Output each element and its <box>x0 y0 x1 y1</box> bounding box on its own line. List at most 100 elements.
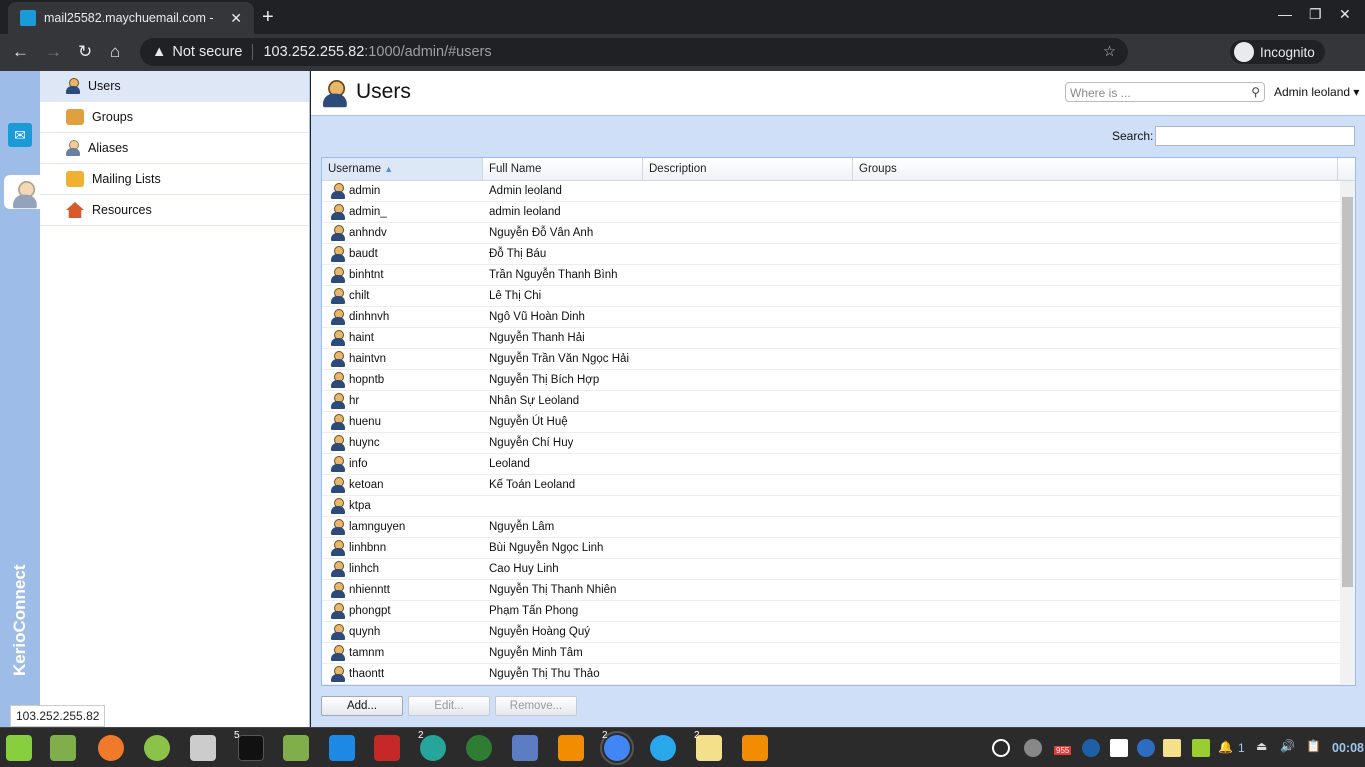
table-row[interactable]: linhbnn Bùi Nguyễn Ngọc Linh <box>322 538 1340 559</box>
volume-icon[interactable]: 🔊 <box>1280 739 1295 753</box>
table-row[interactable]: tamnm Nguyễn Minh Tâm <box>322 643 1340 664</box>
table-row[interactable]: baudt Đỗ Thị Báu <box>322 244 1340 265</box>
table-row[interactable]: linhch Cao Huy Linh <box>322 559 1340 580</box>
full-name-cell: Admin leoland <box>489 185 562 197</box>
spinner-tray-icon[interactable] <box>1024 739 1042 757</box>
table-row[interactable]: huenu Nguyễn Út Huệ <box>322 412 1340 433</box>
back-icon[interactable]: ← <box>12 42 29 62</box>
full-name-cell: Kế Toán Leoland <box>489 479 576 491</box>
table-row[interactable]: dinhnvh Ngô Vũ Hoàn Dinh <box>322 307 1340 328</box>
column-description[interactable]: Description <box>643 158 853 180</box>
terminal-icon[interactable] <box>238 735 264 761</box>
where-is-search[interactable]: Where is ... ⚲ <box>1065 82 1265 102</box>
globe-icon[interactable] <box>466 735 492 761</box>
close-tab-icon[interactable]: ✕ <box>230 10 242 27</box>
users-title-icon <box>323 80 347 108</box>
user-icon <box>331 414 345 430</box>
user-icon <box>331 582 345 598</box>
username-cell: ktpa <box>349 500 371 512</box>
sidebar-item-users[interactable]: Users <box>40 71 309 102</box>
sidebar-item-resources[interactable]: Resources <box>40 195 309 226</box>
dropbox-icon[interactable] <box>1110 739 1128 757</box>
add-button[interactable]: Add... <box>321 696 403 716</box>
sidebar-item-label: Mailing Lists <box>92 172 161 186</box>
vscode-icon[interactable] <box>329 735 355 761</box>
window-count-badge: 2 <box>694 730 700 741</box>
user-icon <box>331 645 345 661</box>
search-icon[interactable]: ⚲ <box>1251 85 1260 99</box>
notifications-icon[interactable]: 🔔 <box>1218 740 1233 754</box>
app-tray-icon[interactable] <box>1192 739 1210 757</box>
table-row[interactable]: ktpa <box>322 496 1340 517</box>
notes-tray-icon[interactable] <box>1163 739 1181 757</box>
table-row[interactable]: phongpt Phạm Tấn Phong <box>322 601 1340 622</box>
edit-button[interactable]: Edit... <box>408 696 490 716</box>
maximize-button[interactable]: ❐ <box>1309 6 1322 23</box>
notification-count: 1 <box>1238 741 1245 755</box>
sublime-icon[interactable] <box>558 735 584 761</box>
table-row[interactable]: lamnguyen Nguyễn Lâm <box>322 517 1340 538</box>
scrollbar-thumb[interactable] <box>1342 197 1353 587</box>
bookmark-star-icon[interactable]: ☆ <box>1103 44 1116 60</box>
new-tab-button[interactable]: + <box>262 6 274 29</box>
search-input[interactable] <box>1155 126 1355 146</box>
sidebar-item-groups[interactable]: Groups <box>40 102 309 133</box>
table-row[interactable]: chilt Lê Thị Chi <box>322 286 1340 307</box>
table-row[interactable]: info Leoland <box>322 454 1340 475</box>
status-url-tooltip: 103.252.255.82 <box>10 705 106 727</box>
mail-icon[interactable]: ✉ <box>8 123 32 147</box>
sidebar-item-mailing-lists[interactable]: Mailing Lists <box>40 164 309 195</box>
mail-client-icon[interactable] <box>512 735 538 761</box>
user-icon <box>331 309 345 325</box>
table-row[interactable]: haint Nguyễn Thanh Hải <box>322 328 1340 349</box>
table-row[interactable]: ketoan Kế Toán Leoland <box>322 475 1340 496</box>
apps-icon[interactable] <box>144 735 170 761</box>
mint-menu-icon[interactable] <box>6 735 32 761</box>
table-row[interactable]: admin Admin leoland <box>322 181 1340 202</box>
table-row[interactable]: hopntb Nguyễn Thị Bích Hợp <box>322 370 1340 391</box>
minimize-button[interactable]: — <box>1278 6 1292 22</box>
table-row[interactable]: admin_ admin leoland <box>322 202 1340 223</box>
telegram-icon[interactable] <box>650 735 676 761</box>
table-row[interactable]: thaontt Nguyễn Thị Thu Thảo <box>322 664 1340 685</box>
network-icon[interactable]: ⏏ <box>1256 739 1267 753</box>
sidebar-item-aliases[interactable]: Aliases <box>40 133 309 164</box>
shield-tray-icon[interactable] <box>1082 739 1100 757</box>
column-full-name[interactable]: Full Name <box>483 158 643 180</box>
table-row[interactable]: nhienntt Nguyễn Thị Thanh Nhiên <box>322 580 1340 601</box>
table-row[interactable]: quynh Nguyễn Hoàng Quý <box>322 622 1340 643</box>
incognito-indicator[interactable]: Incognito <box>1230 40 1325 64</box>
table-row[interactable]: huync Nguyễn Chí Huy <box>322 433 1340 454</box>
table-row[interactable]: anhndv Nguyễn Đỗ Vân Anh <box>322 223 1340 244</box>
firefox-icon[interactable] <box>98 735 124 761</box>
username-cell: huync <box>349 437 380 449</box>
remove-button[interactable]: Remove... <box>495 696 577 716</box>
user-menu-label: Admin leoland <box>1274 85 1351 99</box>
sublime-icon[interactable] <box>742 735 768 761</box>
reload-icon[interactable]: ↻ <box>78 42 92 62</box>
home-icon[interactable]: ⌂ <box>110 42 120 62</box>
filezilla-icon[interactable] <box>374 735 400 761</box>
table-row[interactable]: haintvn Nguyễn Trần Văn Ngọc Hải <box>322 349 1340 370</box>
vertical-scrollbar[interactable] <box>1340 181 1355 685</box>
sync-tray-icon[interactable] <box>992 739 1010 757</box>
forward-icon[interactable]: → <box>45 42 62 62</box>
column-username[interactable]: Username ▲ <box>322 158 483 180</box>
full-name-cell: Nguyễn Trần Văn Ngọc Hải <box>489 353 629 365</box>
browser-tab[interactable]: mail25582.maychuemail.com - ✕ <box>8 2 254 34</box>
folder-icon[interactable] <box>283 735 309 761</box>
mailing-lists-icon <box>66 171 84 187</box>
close-window-button[interactable]: ✕ <box>1339 6 1351 23</box>
table-row[interactable]: binhtnt Trần Nguyễn Thanh Bình <box>322 265 1340 286</box>
user-menu[interactable]: Admin leoland ▾ <box>1274 85 1359 99</box>
column-groups[interactable]: Groups <box>853 158 1338 180</box>
clock[interactable]: 00:08 <box>1332 741 1364 755</box>
admin-users-icon[interactable] <box>4 175 40 209</box>
clipboard-icon[interactable]: 📋 <box>1306 739 1321 753</box>
bluetooth-icon[interactable] <box>1137 739 1155 757</box>
user-icon <box>331 498 345 514</box>
table-row[interactable]: hr Nhân Sự Leoland <box>322 391 1340 412</box>
files-icon[interactable] <box>50 735 76 761</box>
address-bar[interactable]: ▲ Not secure 103.252.255.82:1000/admin/#… <box>140 38 1128 66</box>
settings-icon[interactable] <box>190 735 216 761</box>
